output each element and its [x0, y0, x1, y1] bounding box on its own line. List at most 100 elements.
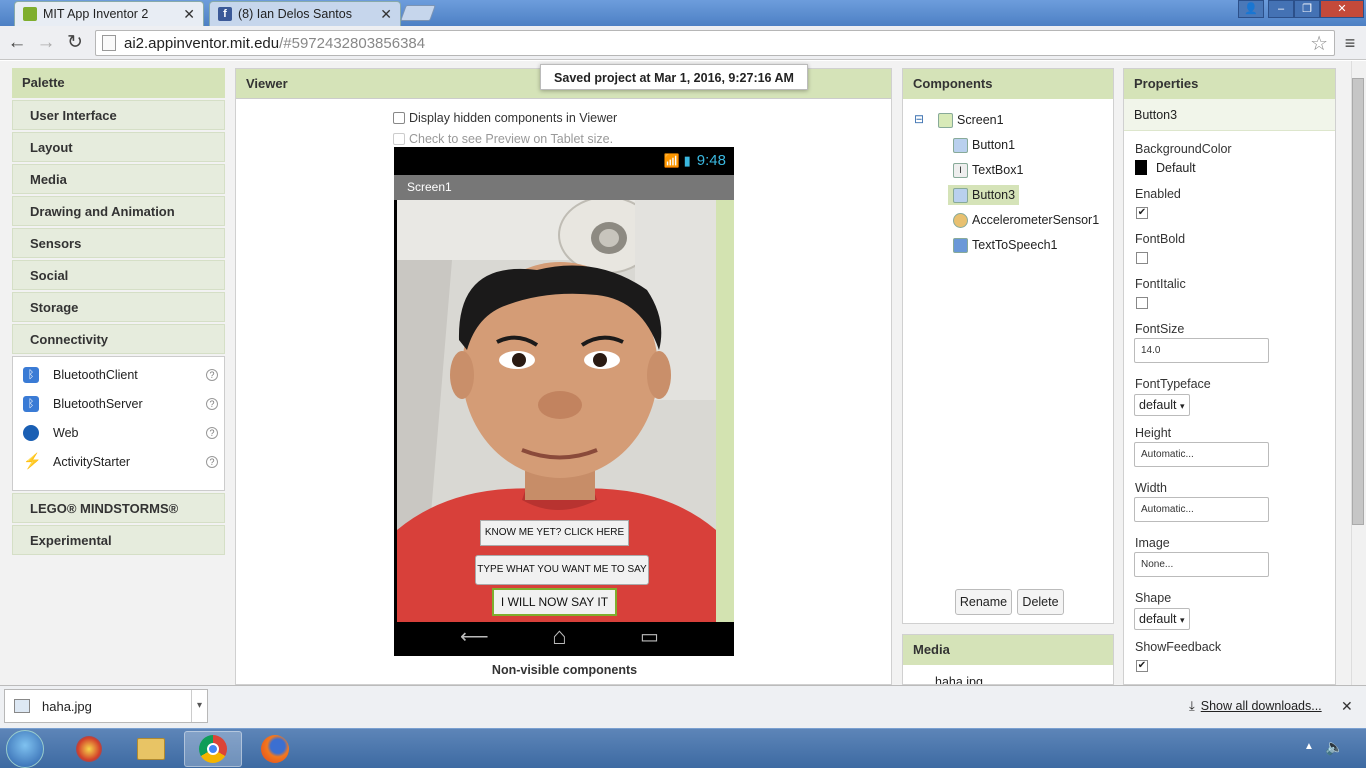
- rename-button[interactable]: Rename: [955, 589, 1012, 615]
- show-all-downloads-link[interactable]: ⤓ Show all downloads...: [1189, 698, 1322, 714]
- tree-item-textbox1[interactable]: I TextBox1: [953, 160, 1023, 180]
- palette-category-layout[interactable]: Layout: [12, 132, 225, 162]
- image-label: Image: [1135, 536, 1170, 550]
- button1-preview[interactable]: KNOW ME YET? CLICK HERE: [480, 520, 629, 546]
- page-scrollbar-thumb[interactable]: [1352, 78, 1364, 525]
- tab-app-inventor[interactable]: MIT App Inventor 2 ✕: [14, 1, 204, 26]
- taskbar-file-explorer-icon[interactable]: [122, 731, 180, 767]
- close-downloads-bar-icon[interactable]: ✕: [1341, 698, 1353, 715]
- shape-label: Shape: [1135, 591, 1172, 605]
- back-arrow-icon[interactable]: ←: [5, 31, 29, 55]
- palette-item-web[interactable]: Web ?: [13, 418, 224, 447]
- palette-category-drawing-animation[interactable]: Drawing and Animation: [12, 196, 225, 226]
- fontsize-input[interactable]: 14.0: [1134, 338, 1269, 363]
- palette-item-label: ActivityStarter: [53, 454, 131, 469]
- windows-start-button[interactable]: [6, 730, 44, 768]
- close-tab-icon[interactable]: ✕: [183, 6, 195, 23]
- button3-preview[interactable]: I WILL NOW SAY IT: [492, 588, 617, 616]
- width-input[interactable]: Automatic...: [1134, 497, 1269, 522]
- forward-arrow-icon[interactable]: →: [34, 31, 58, 55]
- user-profile-icon[interactable]: 👤: [1238, 0, 1264, 18]
- browser-tab-strip: MIT App Inventor 2 ✕ f (8) Ian Delos San…: [0, 0, 1366, 26]
- image-file-icon: [14, 699, 30, 713]
- shape-select[interactable]: default ▾: [1134, 608, 1190, 630]
- tree-item-screen1[interactable]: Screen1: [938, 110, 1004, 130]
- display-hidden-components-row[interactable]: Display hidden components in Viewer: [393, 111, 617, 125]
- bookmark-star-icon[interactable]: ☆: [1310, 31, 1328, 56]
- tree-item-label: TextBox1: [972, 163, 1024, 177]
- background-color-label: BackgroundColor: [1135, 142, 1232, 156]
- app-inventor-designer: Palette User Interface Layout Media Draw…: [0, 61, 1366, 685]
- tree-item-label: TextToSpeech1: [972, 238, 1058, 252]
- palette-category-experimental[interactable]: Experimental: [12, 525, 225, 555]
- volume-icon[interactable]: 🔈: [1325, 738, 1344, 756]
- restore-window-button[interactable]: ❐: [1294, 0, 1320, 18]
- bluetooth-icon: ᛒ: [23, 366, 39, 383]
- display-hidden-label: Display hidden components in Viewer: [409, 111, 618, 125]
- tree-item-button3[interactable]: Button3: [948, 185, 1020, 205]
- close-tab-icon[interactable]: ✕: [380, 6, 392, 23]
- tree-item-label: Screen1: [957, 113, 1004, 127]
- taskbar-app-media-icon[interactable]: [60, 731, 118, 767]
- address-bar[interactable]: ai2.appinventor.mit.edu/#597243280385638…: [95, 30, 1335, 56]
- palette-item-bluetooth-client[interactable]: ᛒ BluetoothClient ?: [13, 360, 224, 389]
- palette-item-bluetooth-server[interactable]: ᛒ BluetoothServer ?: [13, 389, 224, 418]
- phone-time: 9:48: [696, 152, 726, 169]
- palette-item-activity-starter[interactable]: ⚡ ActivityStarter ?: [13, 447, 224, 476]
- taskbar-firefox-icon[interactable]: [246, 731, 304, 767]
- help-icon[interactable]: ?: [206, 368, 218, 381]
- fonttypeface-select[interactable]: default ▾: [1134, 394, 1190, 416]
- fontbold-checkbox[interactable]: [1136, 252, 1148, 264]
- download-item[interactable]: haha.jpg ▾: [4, 689, 208, 723]
- taskbar-chrome-icon[interactable]: [184, 731, 242, 767]
- phone-preview: 📶 ▮ 9:48 Screen1 KNOW ME YET? CLICK HERE…: [394, 147, 734, 656]
- height-input[interactable]: Automatic...: [1134, 442, 1269, 467]
- minimize-window-button[interactable]: –: [1268, 0, 1294, 18]
- help-icon[interactable]: ?: [206, 397, 218, 410]
- new-tab-button[interactable]: [400, 5, 436, 21]
- tab-title: MIT App Inventor 2: [43, 7, 149, 21]
- palette-category-lego-mindstorms[interactable]: LEGO® MINDSTORMS®: [12, 493, 225, 523]
- speech-bubble-icon: [953, 237, 968, 253]
- app-inventor-favicon-icon: [23, 7, 37, 21]
- background-color-picker[interactable]: Default: [1135, 160, 1196, 175]
- nav-back-icon: ⟵: [460, 626, 489, 648]
- nav-recent-apps-icon: ▭: [640, 626, 659, 648]
- palette-category-social[interactable]: Social: [12, 260, 225, 290]
- phone-status-bar: 📶 ▮ 9:48: [394, 147, 734, 175]
- delete-button[interactable]: Delete: [1017, 589, 1064, 615]
- fontitalic-checkbox[interactable]: [1136, 297, 1148, 309]
- media-file-item[interactable]: haha.jpg: [935, 675, 983, 684]
- palette-category-media[interactable]: Media: [12, 164, 225, 194]
- palette-category-user-interface[interactable]: User Interface: [12, 100, 225, 130]
- tablet-preview-row[interactable]: Check to see Preview on Tablet size.: [393, 132, 613, 146]
- help-icon[interactable]: ?: [206, 426, 218, 439]
- textbox1-preview[interactable]: TYPE WHAT YOU WANT ME TO SAY: [475, 555, 649, 585]
- showfeedback-checkbox[interactable]: ✔: [1136, 660, 1148, 672]
- tree-item-texttospeech[interactable]: TextToSpeech1: [953, 235, 1057, 255]
- screen-icon: [938, 112, 953, 128]
- palette-category-connectivity[interactable]: Connectivity: [12, 324, 225, 354]
- menu-icon[interactable]: ≡: [1338, 31, 1362, 55]
- reload-icon[interactable]: ↻: [63, 31, 87, 55]
- palette-category-sensors[interactable]: Sensors: [12, 228, 225, 258]
- help-icon[interactable]: ?: [206, 455, 218, 468]
- collapse-tree-icon[interactable]: ⊟: [914, 112, 924, 126]
- enabled-checkbox[interactable]: ✔: [1136, 207, 1148, 219]
- viewer-panel: Viewer Display hidden components in View…: [235, 68, 892, 685]
- download-menu-arrow-icon[interactable]: ▾: [191, 690, 207, 722]
- nav-home-icon: ⌂: [552, 623, 567, 650]
- tablet-preview-checkbox[interactable]: [393, 133, 405, 145]
- palette-category-storage[interactable]: Storage: [12, 292, 225, 322]
- image-input[interactable]: None...: [1134, 552, 1269, 577]
- display-hidden-checkbox[interactable]: [393, 112, 405, 124]
- tab-facebook[interactable]: f (8) Ian Delos Santos ✕: [209, 1, 401, 26]
- button-icon: [953, 187, 968, 203]
- close-window-button[interactable]: ✕: [1320, 0, 1364, 18]
- wifi-signal-battery-icon: 📶 ▮: [663, 153, 691, 168]
- show-hidden-icons-arrow-icon[interactable]: ▲: [1304, 741, 1314, 752]
- tree-item-accelerometer[interactable]: AccelerometerSensor1: [953, 210, 1099, 230]
- palette-item-label: Web: [53, 425, 79, 440]
- tree-item-button1[interactable]: Button1: [953, 135, 1015, 155]
- show-all-downloads-label: Show all downloads...: [1200, 699, 1322, 713]
